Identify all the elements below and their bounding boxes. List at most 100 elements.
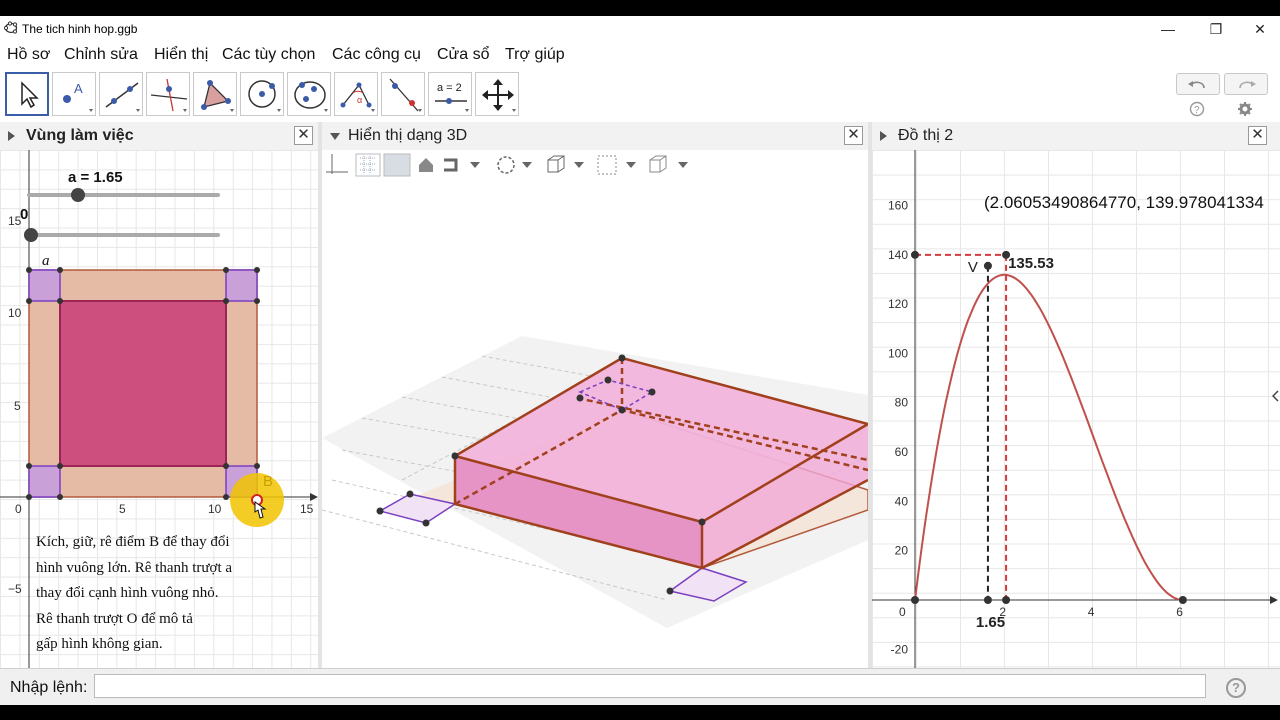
chart-point — [911, 596, 919, 604]
y-tick-label: 100 — [888, 346, 908, 360]
rotate-view-icon[interactable] — [444, 158, 458, 172]
instruction-line: hình vuông lớn. Rê thanh trượt a — [36, 559, 233, 576]
polygon-tool-button[interactable] — [193, 72, 237, 116]
y-tick-label: 40 — [895, 494, 909, 508]
y-tick-label: −5 — [8, 582, 22, 596]
expand-panel-arrow-icon[interactable] — [1272, 390, 1280, 402]
algebra-panel-header: Vùng làm việc ✕ — [0, 122, 318, 151]
circle-icon — [248, 80, 281, 112]
geogebra-window: The tich hinh hop.ggb — ❐ ✕ Hồ sơ Chỉnh … — [0, 16, 1280, 705]
instruction-line: Kích, giữ, rê điểm B để thay đổi — [36, 534, 230, 550]
plane-toggle-icon[interactable] — [383, 153, 411, 177]
svg-text:a = 2: a = 2 — [437, 82, 462, 94]
x-marker-label: 1.65 — [976, 614, 1005, 631]
chart-point — [983, 261, 992, 270]
close-panel-button[interactable]: ✕ — [844, 126, 863, 145]
move-graphics-tool-button[interactable] — [475, 72, 519, 116]
y-tick-label: 140 — [888, 248, 908, 262]
clipping-icon[interactable] — [597, 155, 617, 175]
y-tick-label: 5 — [14, 399, 21, 413]
cursor-arrow-icon — [21, 81, 39, 109]
instruction-line: thay đổi cạnh hình vuông nhỏ. — [36, 585, 219, 601]
help-icon[interactable]: ? — [1189, 101, 1205, 117]
title-bar: The tich hinh hop.ggb — ❐ ✕ — [0, 16, 1280, 42]
volume-curve — [914, 273, 1183, 601]
angle-icon: α — [340, 82, 375, 112]
redo-button[interactable] — [1224, 73, 1268, 95]
x-tick-label: 15 — [300, 502, 314, 516]
instruction-line: gấp hình không gian. — [36, 636, 163, 652]
window-title: The tich hinh hop.ggb — [22, 22, 138, 36]
minimize-button[interactable]: — — [1148, 18, 1188, 40]
point-v-label: V — [968, 259, 978, 276]
collapse-triangle-icon[interactable] — [880, 131, 887, 141]
undo-button[interactable] — [1176, 73, 1220, 95]
reflect-tool-button[interactable] — [381, 72, 425, 116]
point-value-label: 135.53 — [1008, 255, 1054, 272]
graph2-view[interactable]: 2 4 6 0 -20 20 40 60 80 100 120 140 160 V 135.53 1.65 (… — [872, 150, 1280, 668]
y-tick-label: 20 — [895, 544, 909, 558]
collapse-triangle-icon[interactable] — [8, 131, 15, 141]
panel-title-3d: Hiển thị dạng 3D — [348, 127, 468, 144]
command-input[interactable] — [94, 674, 1206, 698]
polygon-icon — [201, 80, 234, 112]
axes-toggle-icon[interactable] — [326, 154, 348, 174]
x-tick-label: 4 — [1088, 605, 1095, 619]
line-tool-button[interactable] — [99, 72, 143, 116]
input-help-icon[interactable]: ? — [1226, 678, 1246, 698]
projection-icon[interactable] — [649, 155, 667, 173]
x-tick-label: 10 — [208, 502, 222, 516]
y-tick-label: -20 — [891, 642, 909, 656]
slider-o-handle[interactable] — [24, 228, 38, 242]
move-tool-button[interactable] — [5, 72, 49, 116]
view3d-graphics[interactable] — [322, 180, 868, 668]
grid-toggle-icon[interactable] — [355, 153, 381, 177]
y-tick-label: 120 — [888, 297, 908, 311]
view-direction-icon[interactable] — [547, 155, 565, 173]
svg-text:A: A — [74, 81, 83, 96]
view3d-canvas[interactable] — [322, 180, 868, 668]
point-icon: A — [63, 81, 93, 112]
slider-a-handle[interactable] — [71, 188, 85, 202]
angle-tool-button[interactable]: α — [334, 72, 378, 116]
menu-view[interactable]: Hiển thị — [154, 46, 208, 64]
slider-tool-button[interactable]: a = 2 — [428, 72, 472, 116]
menu-window[interactable]: Cửa sổ — [437, 46, 490, 64]
function-chart[interactable]: 2 4 60-2020406080100120140160V 135.531.65 — [872, 150, 1280, 668]
animation-icon[interactable] — [497, 156, 515, 174]
conic-tool-button[interactable] — [287, 72, 331, 116]
max-point-coordinates: (2.06053490864770, 139.978041334 — [984, 193, 1264, 212]
maximize-button[interactable]: ❐ — [1196, 18, 1236, 40]
perpendicular-tool-button[interactable] — [146, 72, 190, 116]
chart-point — [983, 596, 992, 604]
x-axis-arrow — [1270, 596, 1278, 604]
corner-square — [28, 269, 61, 302]
instruction-line: Rê thanh trượt O để mô tả — [36, 610, 193, 627]
menu-bar: Hồ sơ Chỉnh sửa Hiển thị Các tùy chọn Cá… — [0, 42, 1280, 68]
redo-icon — [1239, 81, 1256, 89]
input-label: Nhập lệnh: — [10, 679, 88, 696]
x-tick-label: 6 — [1176, 605, 1183, 619]
geogebra-app-icon — [4, 21, 18, 34]
perpendicular-line-icon — [150, 78, 188, 112]
close-panel-button[interactable]: ✕ — [1248, 126, 1267, 145]
gear-icon[interactable] — [1237, 101, 1253, 117]
ellipse-icon — [294, 81, 328, 112]
circle-tool-button[interactable] — [240, 72, 284, 116]
chart-point — [1178, 596, 1187, 604]
x-tick-label: 5 — [119, 502, 126, 516]
menu-help[interactable]: Trợ giúp — [505, 46, 565, 64]
panel-title-algebra: Vùng làm việc — [26, 127, 134, 144]
point-tool-button[interactable]: A — [52, 72, 96, 116]
close-panel-button[interactable]: ✕ — [294, 126, 313, 145]
menu-options[interactable]: Các tùy chọn — [222, 46, 315, 64]
home-icon[interactable] — [419, 158, 433, 172]
y-tick-label: 10 — [8, 306, 22, 320]
menu-edit[interactable]: Chỉnh sửa — [64, 46, 138, 64]
collapse-triangle-icon[interactable] — [330, 133, 340, 140]
close-window-button[interactable]: ✕ — [1240, 18, 1280, 40]
menu-tools[interactable]: Các công cụ — [332, 46, 421, 64]
slider-a-label: a = 1.65 — [68, 169, 123, 186]
menu-file[interactable]: Hồ sơ — [7, 46, 50, 64]
view3d-toolbar — [322, 150, 868, 181]
